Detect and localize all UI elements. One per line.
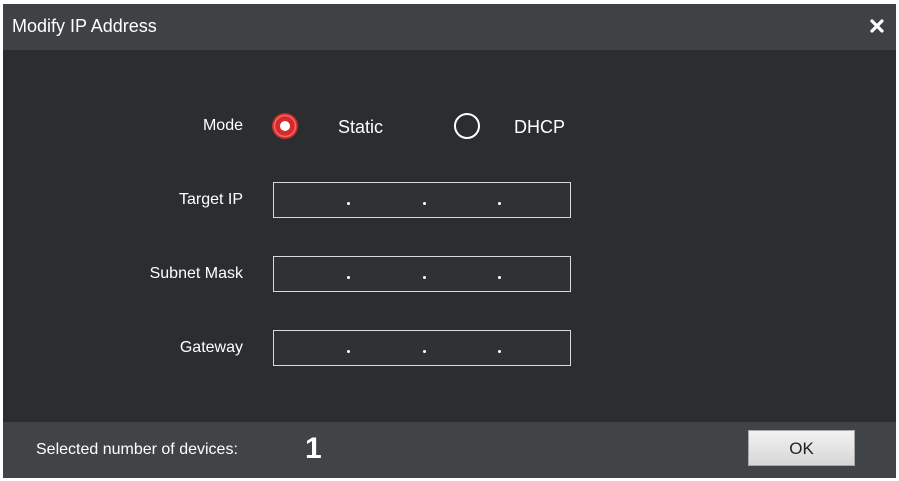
gateway-octet-1[interactable] [294, 331, 350, 367]
subnet-mask-octet-2[interactable] [370, 257, 426, 293]
ip-separator [423, 276, 426, 279]
gateway-octet-3[interactable] [445, 331, 501, 367]
radio-static[interactable] [271, 112, 299, 140]
target-ip-field[interactable] [273, 182, 571, 219]
ip-separator [347, 202, 350, 205]
subnet-mask-label: Subnet Mask [149, 265, 243, 282]
ip-separator [498, 276, 501, 279]
gateway-octet-4[interactable] [510, 331, 566, 367]
ip-separator [423, 202, 426, 205]
dialog-titlebar: Modify IP Address [3, 4, 896, 50]
target-ip-octet-4[interactable] [510, 183, 566, 219]
target-ip-octet-2[interactable] [370, 183, 426, 219]
ip-separator [423, 350, 426, 353]
subnet-mask-octet-3[interactable] [445, 257, 501, 293]
ok-button[interactable]: OK [748, 430, 855, 466]
ip-separator [347, 276, 350, 279]
target-ip-label: Target IP [178, 191, 243, 208]
subnet-mask-octet-4[interactable] [510, 257, 566, 293]
close-icon[interactable] [865, 14, 889, 38]
radio-static-label[interactable]: Static [338, 117, 383, 138]
dialog-body: Mode Static DHCP Target IP Subnet Mask G… [3, 50, 896, 422]
gateway-label: Gateway [179, 339, 243, 356]
ip-separator [498, 202, 501, 205]
ip-separator [347, 350, 350, 353]
mode-label: Mode [202, 117, 243, 134]
gateway-field[interactable] [273, 330, 571, 367]
dialog-footer: Selected number of devices: 1 OK [3, 422, 896, 478]
subnet-mask-field[interactable] [273, 256, 571, 293]
selected-count-value: 1 [305, 432, 322, 465]
gateway-octet-2[interactable] [370, 331, 426, 367]
radio-dhcp[interactable] [453, 112, 481, 140]
target-ip-octet-3[interactable] [445, 183, 501, 219]
target-ip-octet-1[interactable] [294, 183, 350, 219]
selected-count-label: Selected number of devices: [36, 441, 238, 458]
dialog-title: Modify IP Address [12, 16, 157, 36]
radio-dhcp-label[interactable]: DHCP [514, 117, 565, 138]
ip-separator [498, 350, 501, 353]
modify-ip-dialog: Modify IP Address Mode Static DHCP Targe… [3, 4, 896, 478]
subnet-mask-octet-1[interactable] [294, 257, 350, 293]
